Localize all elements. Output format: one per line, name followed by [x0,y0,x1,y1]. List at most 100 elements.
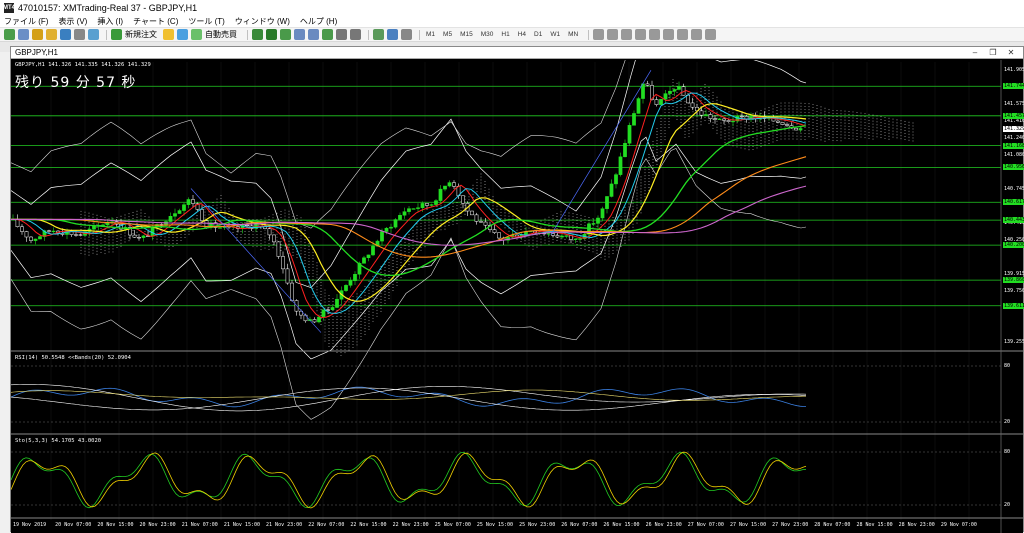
menu-insert[interactable]: 挿入 (I) [97,16,123,27]
crosshair-icon[interactable] [607,29,619,40]
candle-body [78,234,83,236]
chart-shift-icon[interactable] [336,29,347,40]
timeframe-m5-button[interactable]: M5 [441,31,454,38]
cloud-dot [256,231,258,233]
candle-body [317,316,321,323]
new-order-icon[interactable] [111,29,122,40]
cloud-dot [344,319,346,321]
cloud-dot [788,129,790,131]
cloud-dot [436,205,438,207]
timeframe-h1-button[interactable]: H1 [499,31,511,38]
metaeditor-icon[interactable] [163,29,174,40]
menu-tools[interactable]: ツール (T) [188,16,224,27]
cursor-icon[interactable] [593,29,605,40]
menu-chart[interactable]: チャート (C) [133,16,178,27]
cloud-dot [816,123,818,125]
cloud-dot [628,221,630,223]
bar-chart-icon[interactable] [252,29,263,40]
cloud-dot [264,241,266,243]
restore-icon[interactable]: ❐ [987,48,999,58]
indicators-icon[interactable] [373,29,384,40]
cloud-dot [872,120,874,122]
cloud-dot [808,106,810,108]
market-watch-icon[interactable] [32,29,43,40]
timeframe-h4-button[interactable]: H4 [516,31,528,38]
auto-trade-icon[interactable] [191,29,202,40]
cloud-dot [264,232,266,234]
timeframe-m30-button[interactable]: M30 [479,31,496,38]
menu-help[interactable]: ヘルプ (H) [300,16,337,27]
horizontal-line-icon[interactable] [635,29,647,40]
cloud-dot [376,312,378,314]
strategy-tester-icon[interactable] [88,29,99,40]
cloud-dot [556,219,558,220]
cloud-dot [396,258,398,259]
cloud-dot [728,111,730,113]
cloud-dot [92,216,94,218]
trendline-icon[interactable] [649,29,661,40]
cloud-dot [172,243,174,244]
stochastic-label: Sto(5,3,3) 54.1705 43.0020 [15,438,102,444]
vertical-line-icon[interactable] [621,29,633,40]
cloud-dot [272,217,274,219]
cloud-dot [804,102,806,104]
minimize-icon[interactable]: – [969,48,981,58]
navigator-icon[interactable] [60,29,71,40]
tile-windows-icon[interactable] [322,29,333,40]
autoscroll-icon[interactable] [350,29,361,40]
menu-file[interactable]: ファイル (F) [4,16,48,27]
cloud-dot [700,121,702,123]
text-tool-icon[interactable] [691,29,703,40]
cloud-dot [824,113,826,115]
cloud-dot [484,184,486,186]
timeframe-m1-button[interactable]: M1 [424,31,437,38]
cloud-dot [628,215,630,217]
periods-icon[interactable] [387,29,398,40]
cloud-dot [748,149,750,151]
price-axis-label: 141.240 [1004,135,1024,142]
zoom-out-icon[interactable] [308,29,319,40]
timeframe-w1-button[interactable]: W1 [548,31,562,38]
menu-view[interactable]: 表示 (V) [58,16,87,27]
cloud-dot [260,219,262,221]
cloud-dot [256,240,258,242]
cloud-dot [876,127,878,129]
fibonacci-icon[interactable] [677,29,689,40]
timeframe-d1-button[interactable]: D1 [532,31,544,38]
cloud-dot [176,237,178,238]
cloud-dot [328,313,330,315]
timeframe-mn-button[interactable]: MN [566,31,580,38]
cloud-dot [168,245,170,247]
candle-chart-icon[interactable] [266,29,277,40]
channel-icon[interactable] [663,29,675,40]
arrow-tool-icon[interactable] [705,29,717,40]
cloud-dot [708,89,710,91]
data-window-icon[interactable] [46,29,57,40]
close-icon[interactable]: ✕ [1005,48,1017,58]
cloud-dot [672,115,674,116]
templates-icon[interactable] [401,29,412,40]
cloud-dot [876,115,878,117]
cloud-dot [372,311,374,313]
line-chart-icon[interactable] [280,29,291,40]
new-order-button[interactable]: 新規注文 [125,29,157,40]
cloud-dot [304,257,306,259]
candle-body [780,122,785,125]
profiles-icon[interactable] [18,29,29,40]
cloud-dot [468,196,470,198]
terminal-icon[interactable] [74,29,85,40]
timeframe-m15-button[interactable]: M15 [458,31,475,38]
cloud-dot [712,100,714,102]
menu-window[interactable]: ウィンドウ (W) [235,16,290,27]
cloud-dot [548,240,550,242]
new-chart-icon[interactable] [4,29,15,40]
cloud-dot [680,106,682,108]
cloud-dot [584,239,586,241]
cloud-dot [336,336,338,338]
price-chart-svg[interactable] [11,60,1023,533]
zoom-in-icon[interactable] [294,29,305,40]
auto-trade-button[interactable]: 自動売買 [205,29,237,40]
chart-canvas[interactable]: GBPJPY,H1 141.326 141.335 141.326 141.32… [11,60,1024,533]
cloud-dot [288,213,290,215]
signals-icon[interactable] [177,29,188,40]
